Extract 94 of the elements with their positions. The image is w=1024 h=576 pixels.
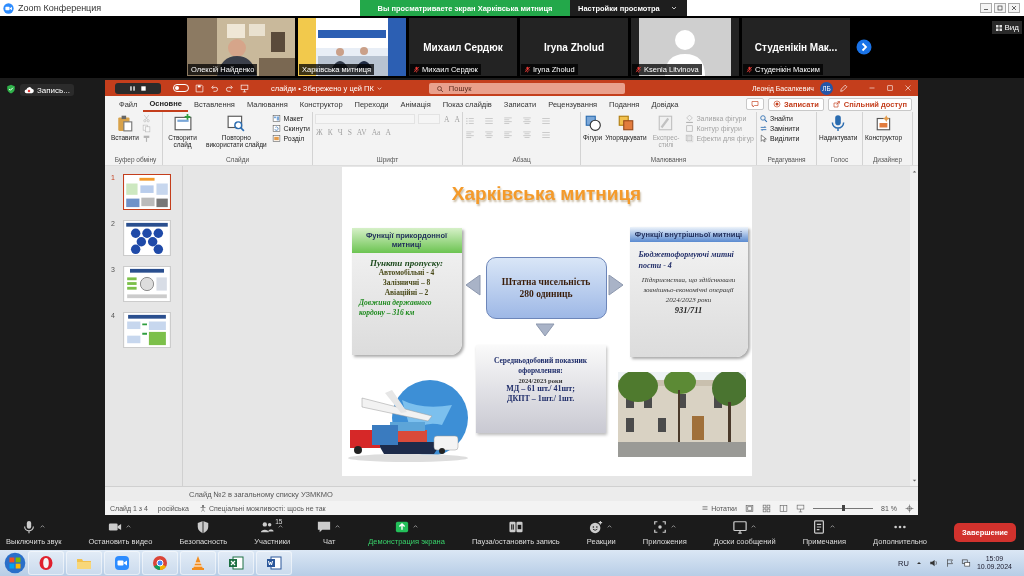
- maximize-button[interactable]: [994, 3, 1006, 13]
- taskbar-button[interactable]: [28, 551, 64, 575]
- recording-indicator[interactable]: Запись...: [20, 84, 74, 96]
- text-line: 280 одиниць: [519, 288, 573, 301]
- search-icon: [435, 84, 444, 93]
- minimize-button[interactable]: [980, 3, 992, 13]
- arrow-icon: [607, 275, 624, 296]
- smiley-icon: [589, 519, 604, 534]
- undo-icon[interactable]: [210, 83, 219, 93]
- normal-view-icon[interactable]: [745, 503, 755, 513]
- zoom-app-icon: [114, 555, 130, 571]
- accessibility-icon[interactable]: [198, 504, 207, 512]
- microphone-icon: [21, 519, 36, 534]
- next-page-button[interactable]: [856, 39, 872, 55]
- box-subheading: Пункти пропуску:: [369, 257, 444, 268]
- shield-icon: [196, 519, 211, 534]
- styles-icon: [657, 114, 675, 132]
- document-app-icon: [266, 555, 282, 571]
- fill-icon: [685, 114, 695, 123]
- share-screen-icon: [394, 519, 409, 534]
- box-subheading: Бюджетоформуючі митні пости - 4: [638, 250, 735, 272]
- arrange-icon: [616, 114, 635, 132]
- pause-stop-icon: [508, 519, 523, 534]
- arrow-icon: [465, 275, 481, 296]
- speaker-icon[interactable]: [928, 558, 939, 568]
- notes-icon: [701, 504, 710, 512]
- opera-icon: [38, 555, 54, 571]
- close-button[interactable]: [1008, 3, 1020, 13]
- traffic-cone-icon: [190, 555, 206, 571]
- fit-to-window-icon[interactable]: [905, 503, 914, 513]
- caret-icon[interactable]: [606, 523, 614, 530]
- caret-icon[interactable]: [749, 523, 757, 530]
- caret-icon[interactable]: [277, 523, 285, 530]
- whiteboard-icon: [732, 519, 747, 534]
- chat-icon: [317, 519, 332, 534]
- search-icon: [759, 114, 768, 123]
- comment-icon: [751, 100, 760, 108]
- slide-title: Харківська митниця: [450, 183, 643, 205]
- slideshow-icon[interactable]: [796, 503, 806, 513]
- reading-view-icon[interactable]: [779, 503, 789, 513]
- maximize-icon: [996, 4, 1004, 12]
- text-line: Штатна чисельність: [501, 275, 591, 288]
- scrollbar[interactable]: [910, 166, 918, 486]
- flag-icon[interactable]: [944, 558, 955, 568]
- slide-thumbnail[interactable]: [123, 174, 171, 210]
- taskbar-button[interactable]: [256, 551, 292, 575]
- pointer-icon: [759, 134, 768, 143]
- notes-icon: [812, 519, 827, 534]
- window-title: Zoom Конференция: [18, 3, 102, 13]
- slide-sorter-icon[interactable]: [762, 503, 772, 513]
- caret-icon[interactable]: [669, 523, 677, 530]
- save-icon[interactable]: [195, 83, 204, 93]
- taskbar-button[interactable]: [142, 551, 178, 575]
- participant-name: Студенікін Мак...: [754, 41, 838, 53]
- caret-icon[interactable]: [829, 523, 837, 530]
- pen-icon[interactable]: [839, 83, 848, 93]
- effects-icon: [685, 134, 695, 143]
- apps-icon: [652, 519, 667, 534]
- text-line: 931/711: [674, 305, 703, 316]
- network-icon[interactable]: [960, 558, 971, 568]
- caret-icon[interactable]: [411, 523, 419, 530]
- shield-icon: [6, 84, 16, 94]
- view-button[interactable]: Вид: [991, 21, 1022, 34]
- recording-controls[interactable]: [115, 83, 161, 94]
- taskbar-button[interactable]: [218, 551, 254, 575]
- arrow-icon: [535, 323, 555, 337]
- start-button[interactable]: [4, 552, 26, 574]
- caret-icon[interactable]: [334, 523, 342, 530]
- caret-icon: [375, 84, 383, 92]
- close-icon: [1010, 4, 1018, 12]
- participant-name: Михаил Сердюк: [423, 41, 503, 53]
- caret-icon[interactable]: [125, 523, 133, 530]
- stop-icon[interactable]: [140, 85, 147, 92]
- caret-icon: [669, 4, 678, 12]
- caret-icon[interactable]: [38, 523, 46, 530]
- outline-icon: [685, 124, 695, 133]
- cloud-icon: [24, 85, 34, 95]
- present-icon[interactable]: [240, 83, 249, 93]
- text-line: МД – 61 шт./ 41шт;: [506, 383, 575, 394]
- text-line: ДКПТ – 1шт./ 1шт.: [506, 393, 575, 405]
- reset-icon: [272, 124, 282, 133]
- comments-button[interactable]: [746, 98, 765, 110]
- section-icon: [272, 134, 282, 143]
- chrome-icon: [152, 555, 168, 571]
- redo-icon[interactable]: [225, 83, 234, 93]
- record-icon: [773, 100, 782, 108]
- spreadsheet-app-icon: [228, 555, 244, 571]
- grid-icon: [994, 23, 1003, 32]
- pause-icon[interactable]: [129, 85, 136, 92]
- share-icon: [832, 100, 841, 108]
- taskbar-button[interactable]: [104, 551, 140, 575]
- participant-name: Iryna Zholud: [544, 41, 604, 53]
- people-icon: [260, 519, 275, 534]
- replace-icon: [759, 124, 768, 133]
